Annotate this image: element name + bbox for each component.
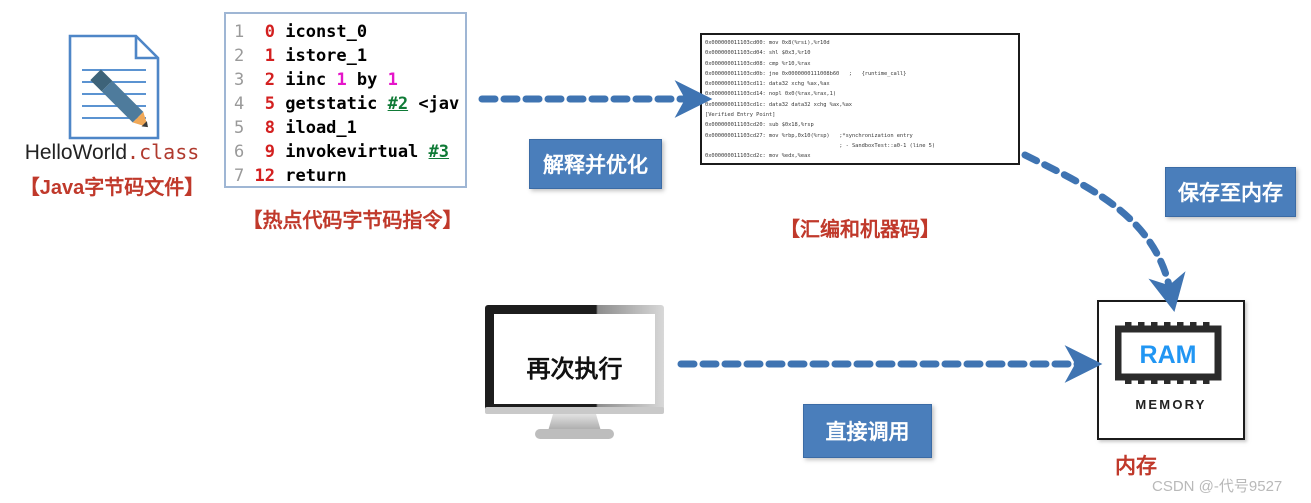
bytecode-line: 6 9 invokevirtual #3 xyxy=(234,142,450,162)
ram-chip-icon: RAM xyxy=(1115,322,1222,384)
memory-sub-label: MEMORY xyxy=(1135,397,1207,412)
ram-chip-text: RAM xyxy=(1140,341,1197,369)
direct-call-label: 直接调用 xyxy=(803,404,932,458)
class-file-caption: 【Java字节码文件】 xyxy=(19,177,205,199)
assembly-panel-caption: 【汇编和机器码】 xyxy=(780,219,940,241)
bytecode-line: 7 12 return xyxy=(234,166,347,186)
bytecode-line: 1 0 iconst_0 xyxy=(234,22,368,42)
assembly-line: 0x000000011103cd1c: data32 data32 xchg %… xyxy=(705,101,852,108)
monitor-icon-wrap: 再次执行 xyxy=(483,303,666,443)
memory-box: RAM MEMORY xyxy=(1097,300,1245,440)
assembly-line: 0x000000011103cd2c: mov %edx,%eax xyxy=(705,153,811,160)
interpret-optimize-label: 解释并优化 xyxy=(529,139,662,189)
monitor-screen-text: 再次执行 xyxy=(526,356,623,383)
assembly-line: 0x000000011103cd0b: jne 0x0000000111008b… xyxy=(705,70,907,77)
bytecode-panel-caption: 【热点代码字节码指令】 xyxy=(242,210,463,232)
class-file-basename: HelloWorld xyxy=(24,141,128,164)
assembly-line: 0x000000011103cd00: mov 0x8(%rsi),%r10d xyxy=(705,40,830,46)
class-file-extension: .class xyxy=(127,140,200,164)
assembly-line: [Verified Entry Point] xyxy=(705,112,776,119)
assembly-to-memory-arrow xyxy=(1021,151,1186,312)
assembly-line: 0x000000011103cd27: mov %rbp,0x10(%rsp) … xyxy=(705,132,913,139)
assembly-line: ; - SandboxTest::a0-1 (line 5) xyxy=(705,142,936,149)
bytecode-panel: 1 0 iconst_0 2 1 istore_1 3 2 iinc 1 by 1 4… xyxy=(224,12,467,188)
bytecode-line: 4 5 getstatic #2 <jav xyxy=(234,94,460,114)
assembly-panel: 0x000000011103cd00: mov 0x8(%rsi),%r10d 0… xyxy=(700,33,1020,165)
assembly-line: 0x000000011103cd04: shl $0x3,%r10 xyxy=(705,50,811,57)
assembly-line: 0x000000011103cd08: cmp %r10,%rax xyxy=(705,60,811,67)
bytecode-line: 2 1 istore_1 xyxy=(234,46,368,66)
class-file-icon xyxy=(58,32,168,142)
assembly-line: 0x000000011103cd14: nopl 0x0(%rax,%rax,1… xyxy=(705,91,837,98)
class-file-name: HelloWorld.class xyxy=(12,140,212,165)
bytecode-line: 5 8 iload_1 xyxy=(234,118,357,138)
document-with-pencil-icon xyxy=(68,34,160,140)
watermark: CSDN @-代号9527 xyxy=(1152,478,1283,495)
bytecode-line: 3 2 iinc 1 by 1 xyxy=(234,70,398,90)
assembly-line-list: 0x000000011103cd00: mov 0x8(%rsi),%r10d 0… xyxy=(705,38,1018,162)
bytecode-line-list: 1 0 iconst_0 2 1 istore_1 3 2 iinc 1 by 1 4… xyxy=(226,20,465,186)
assembly-line: 0x000000011103cd11: data32 xchg %ax,%ax xyxy=(705,81,830,88)
save-to-memory-label: 保存至内存 xyxy=(1165,167,1296,217)
assembly-line: 0x000000011103cd20: sub $0x18,%rsp xyxy=(705,122,814,129)
